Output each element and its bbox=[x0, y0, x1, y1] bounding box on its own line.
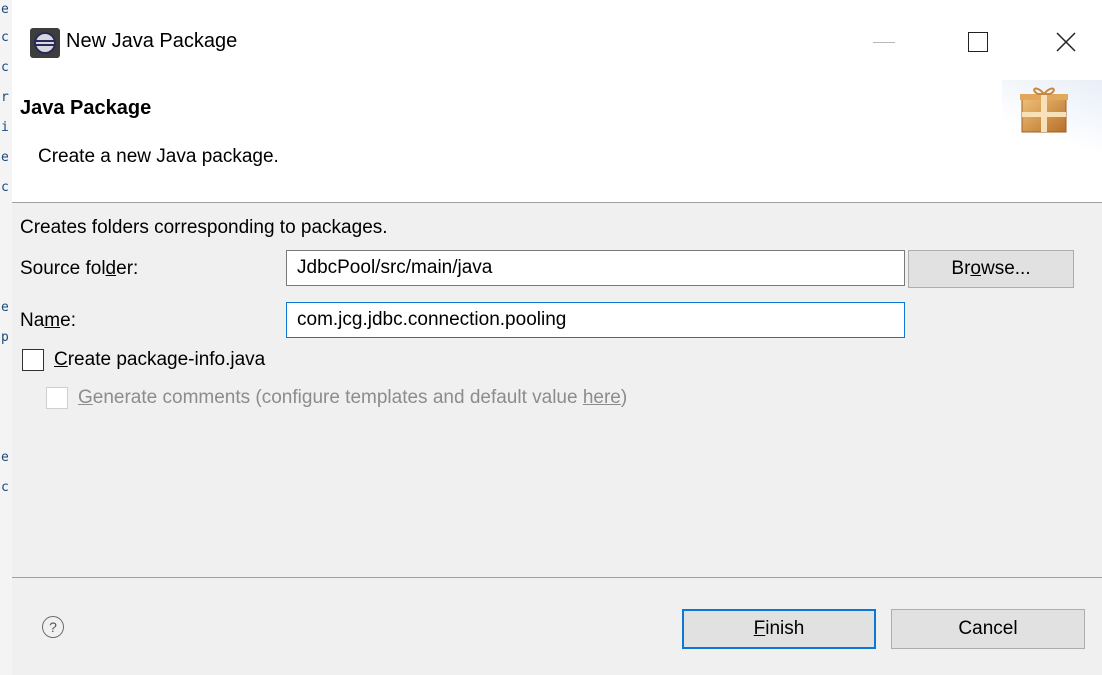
eclipse-app-icon bbox=[30, 28, 60, 58]
new-java-package-dialog: New Java Package Java Package Create a n… bbox=[12, 0, 1102, 675]
maximize-button[interactable] bbox=[948, 22, 1008, 62]
generate-comments-row: Generate comments (configure templates a… bbox=[46, 387, 627, 409]
create-package-info-label: Create package-info.java bbox=[54, 349, 266, 370]
finish-button[interactable]: Finish bbox=[682, 609, 876, 649]
create-package-info-row[interactable]: Create package-info.java bbox=[22, 349, 265, 371]
source-folder-label: Source folder: bbox=[20, 258, 139, 279]
source-folder-input[interactable] bbox=[286, 250, 905, 286]
minimize-button[interactable] bbox=[854, 22, 914, 62]
templates-link: here bbox=[582, 387, 621, 408]
title-bar: New Java Package bbox=[12, 0, 1102, 80]
generate-comments-label: Generate comments (configure templates a… bbox=[78, 387, 628, 408]
generate-comments-checkbox bbox=[46, 387, 68, 409]
maximize-icon bbox=[968, 32, 988, 52]
wizard-banner: Java Package Create a new Java package. bbox=[12, 80, 1102, 202]
close-button[interactable] bbox=[1036, 22, 1096, 62]
package-name-input[interactable] bbox=[286, 302, 905, 338]
dialog-footer: ? Finish Cancel bbox=[12, 578, 1102, 675]
banner-description: Create a new Java package. bbox=[38, 146, 279, 167]
dialog-content: Creates folders corresponding to package… bbox=[12, 203, 1102, 577]
minimize-icon bbox=[873, 41, 895, 43]
close-icon bbox=[1056, 32, 1076, 52]
package-gift-icon bbox=[1020, 87, 1068, 133]
banner-title: Java Package bbox=[20, 97, 152, 119]
create-package-info-checkbox[interactable] bbox=[22, 349, 44, 371]
window-title: New Java Package bbox=[66, 30, 238, 52]
form-description: Creates folders corresponding to package… bbox=[20, 217, 388, 238]
name-label: Name: bbox=[20, 310, 76, 331]
help-icon[interactable]: ? bbox=[42, 616, 64, 638]
cancel-button[interactable]: Cancel bbox=[891, 609, 1085, 649]
browse-button[interactable]: Br o wse... bbox=[908, 250, 1074, 288]
